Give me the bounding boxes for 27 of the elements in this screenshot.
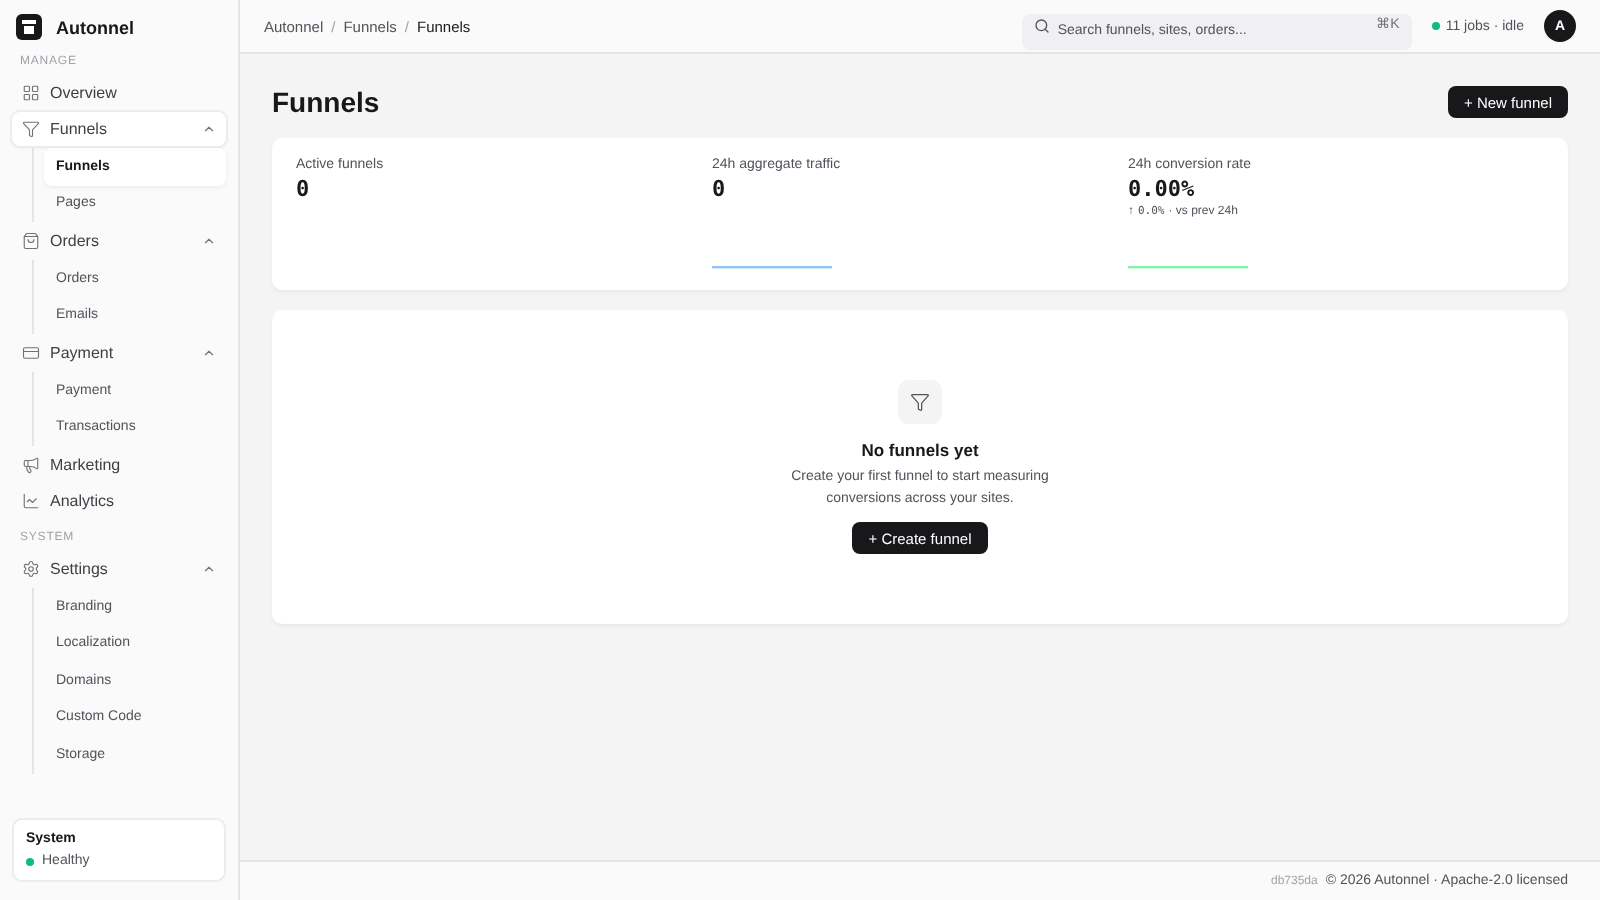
grid-icon <box>22 84 40 102</box>
sidebar-item[interactable]: Payment <box>12 336 226 370</box>
metric-value: 0 <box>296 176 312 202</box>
funnel-icon <box>22 120 40 138</box>
card-icon <box>22 344 40 362</box>
sidebar-item[interactable]: Marketing <box>12 448 226 482</box>
settings-icon <box>22 560 40 578</box>
metric-value: 0.00% <box>1128 176 1197 202</box>
megaphone-icon <box>22 456 40 474</box>
chart-icon <box>22 492 40 510</box>
sidebar-item[interactable]: Funnels <box>12 112 226 146</box>
sidebar-item[interactable]: Orders <box>12 224 226 258</box>
chevron-up-icon[interactable] <box>202 346 216 360</box>
chevron-up-icon[interactable] <box>202 234 216 248</box>
sidebar-item[interactable]: Analytics <box>12 484 226 518</box>
metric-value: 0 <box>712 176 728 202</box>
page-title: Funnels <box>272 86 380 118</box>
search-icon <box>1033 18 1050 34</box>
logo-icon <box>16 14 42 40</box>
brand-name: Autonnel <box>56 17 134 37</box>
empty-title: No funnels yet <box>861 440 979 460</box>
sidebar-item[interactable]: Settings <box>12 552 226 586</box>
sidebar-item[interactable]: Overview <box>12 76 226 110</box>
funnel-icon <box>898 380 942 424</box>
chevron-up-icon[interactable] <box>202 122 216 136</box>
chevron-up-icon[interactable] <box>202 562 216 576</box>
bag-icon <box>22 232 40 250</box>
